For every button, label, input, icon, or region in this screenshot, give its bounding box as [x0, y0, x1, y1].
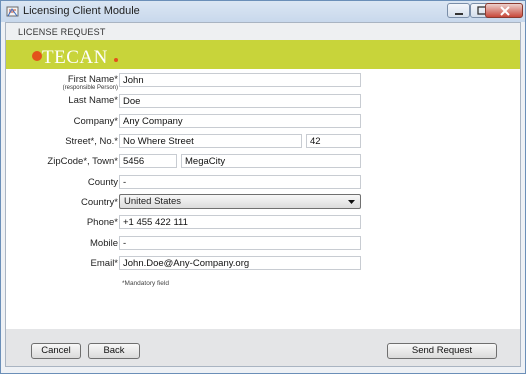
- company-label: Company*: [73, 116, 118, 127]
- first-name-field[interactable]: John: [119, 73, 361, 87]
- close-icon: [500, 6, 510, 16]
- last-name-field[interactable]: Doe: [119, 94, 361, 108]
- main-content: LICENSE REQUEST TECAN First Name* (respo…: [5, 22, 521, 367]
- close-button[interactable]: [485, 3, 523, 18]
- email-label: Email*: [90, 258, 118, 269]
- license-request-form: First Name* (responsible Person) John La…: [6, 69, 520, 329]
- mobile-field[interactable]: -: [119, 236, 361, 250]
- street-label: Street*, No.*: [65, 136, 118, 147]
- logo-text: TECAN: [42, 47, 108, 68]
- logo-small-dot-icon: [114, 58, 118, 62]
- company-field[interactable]: Any Company: [119, 114, 361, 128]
- zip-town-label: ZipCode*, Town*: [47, 156, 118, 167]
- country-label: Country*: [81, 197, 118, 208]
- back-button[interactable]: Back: [88, 343, 140, 359]
- county-label: County: [87, 177, 118, 188]
- minimize-button[interactable]: [447, 3, 470, 18]
- logo-dot-icon: [32, 51, 42, 61]
- first-name-label: First Name*: [67, 74, 118, 85]
- section-title: LICENSE REQUEST: [18, 27, 106, 37]
- send-request-button[interactable]: Send Request: [387, 343, 497, 359]
- cancel-button[interactable]: Cancel: [31, 343, 81, 359]
- zipcode-field[interactable]: 5456: [119, 154, 177, 168]
- title-bar[interactable]: Licensing Client Module: [1, 1, 525, 22]
- phone-field[interactable]: +1 455 422 111: [119, 215, 361, 229]
- mobile-label: Mobile: [90, 238, 118, 249]
- brand-banner: TECAN: [6, 40, 520, 69]
- window-title: Licensing Client Module: [23, 5, 140, 17]
- country-selected-value: United States: [124, 196, 182, 207]
- street-field[interactable]: No Where Street: [119, 134, 302, 148]
- last-name-label: Last Name*: [68, 95, 118, 106]
- mandatory-note: *Mandatory field: [122, 280, 169, 287]
- footer-bar: Cancel Back Send Request: [6, 329, 520, 366]
- licensing-window: Licensing Client Module LICENSE REQUEST …: [0, 0, 526, 374]
- town-field[interactable]: MegaCity: [181, 154, 361, 168]
- country-select[interactable]: United States: [119, 194, 361, 209]
- email-field[interactable]: John.Doe@Any-Company.org: [119, 256, 361, 270]
- county-field[interactable]: -: [119, 175, 361, 189]
- minimize-icon: [455, 13, 463, 15]
- phone-label: Phone*: [86, 217, 118, 228]
- app-icon: [6, 6, 19, 17]
- first-name-sublabel: (responsible Person): [62, 85, 118, 91]
- dropdown-arrow-icon: [348, 200, 355, 204]
- street-number-field[interactable]: 42: [306, 134, 361, 148]
